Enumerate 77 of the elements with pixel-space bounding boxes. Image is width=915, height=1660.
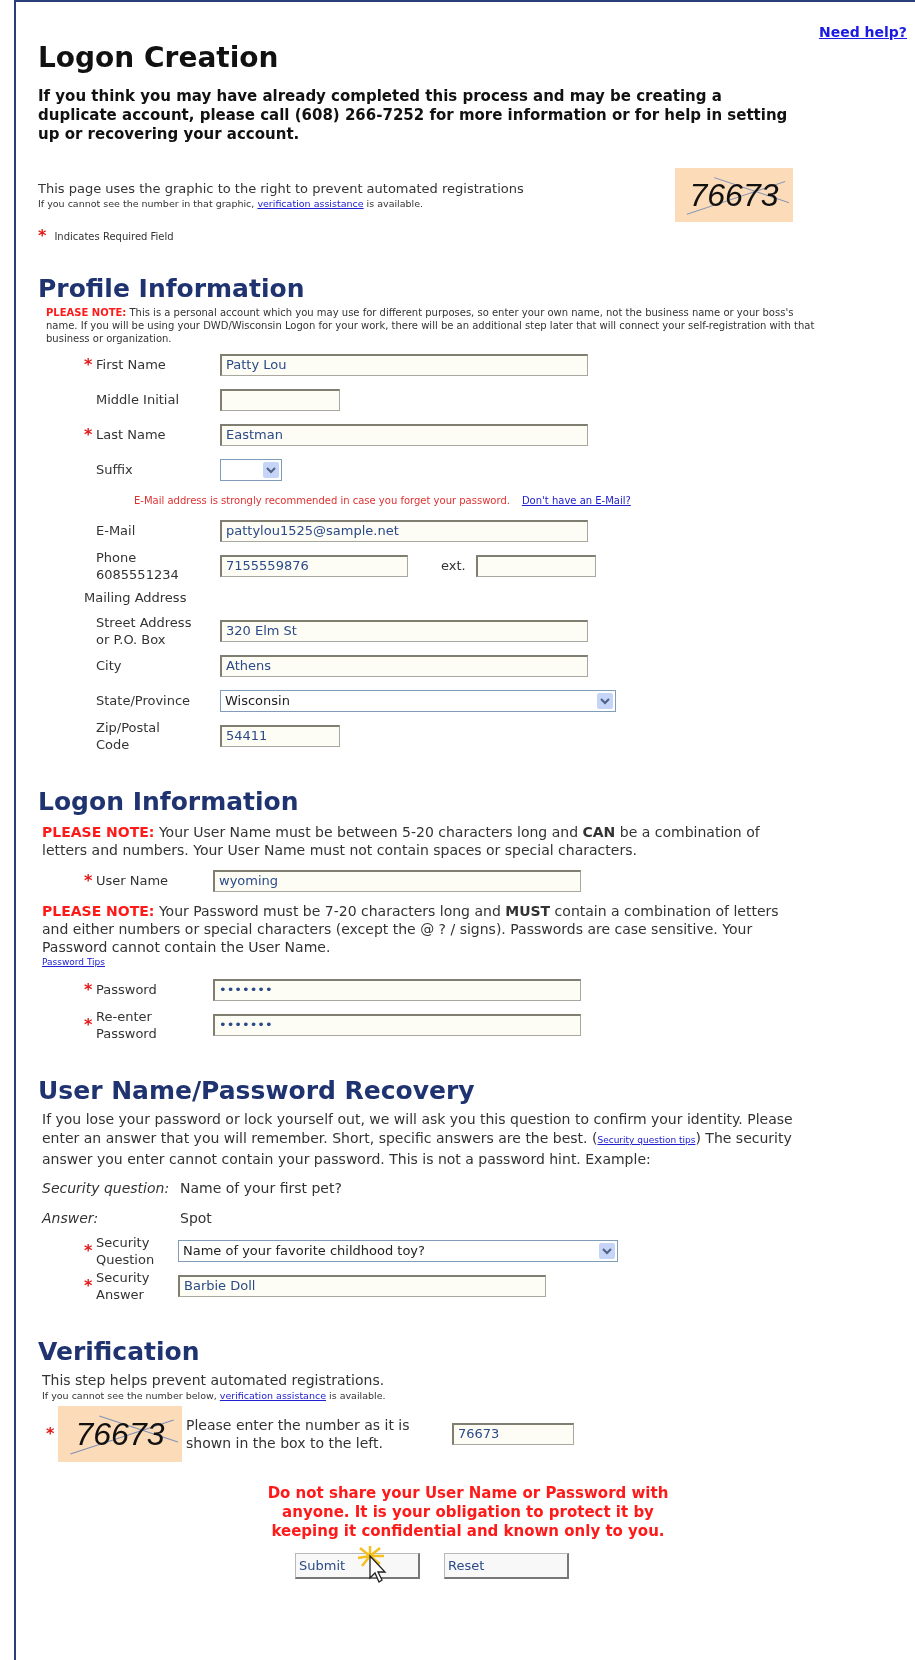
required-mark: * — [84, 1016, 94, 1033]
field-label: State/Province — [96, 692, 192, 709]
dropdown-icon — [263, 461, 279, 478]
no-email-link[interactable]: Don't have an E-Mail? — [521, 492, 631, 508]
captcha-prompt: Please enter the number as it is shown in the box to the left. — [185, 1416, 411, 1452]
example-value: Name of your first pet? — [180, 1178, 342, 1198]
captcha-code: 76673 — [675, 168, 793, 222]
security-warning: Do not share your User Name or Password with anyone. It is your obligation to protect it by keeping it confidential and known only to you. — [266, 1484, 670, 1541]
password-tips-link[interactable]: Password Tips — [42, 956, 106, 968]
section-heading: User Name/Password Recovery — [38, 1076, 476, 1106]
text-field[interactable]: Barbie Doll — [178, 1274, 546, 1297]
text-field[interactable]: wyoming — [213, 869, 581, 892]
select-field[interactable] — [220, 458, 282, 481]
captcha-notice: This page uses the graphic to the right to prevent automated registrations — [38, 180, 525, 197]
section-heading: Verification — [38, 1337, 201, 1367]
example-value: Spot — [180, 1208, 212, 1228]
page-title: Logon Creation — [38, 41, 280, 75]
required-mark: * — [84, 981, 94, 998]
help-link[interactable]: Need help? — [819, 22, 907, 43]
field-label: Password — [96, 981, 158, 998]
required-mark: * — [84, 872, 94, 889]
required-mark: * — [38, 228, 47, 244]
text-field[interactable]: Athens — [220, 654, 588, 677]
verification-text: This step helps prevent automated registrations. — [41, 1371, 386, 1389]
ext-label: ext. — [441, 556, 466, 575]
section-heading: Logon Information — [38, 787, 300, 817]
field-label: E-Mail — [96, 522, 137, 539]
subsection-label: Mailing Address — [84, 589, 187, 608]
example-label: Answer: — [42, 1208, 100, 1228]
assistance-link[interactable]: verification assistance — [219, 1390, 326, 1401]
email-note: E-Mail address is strongly recommended in case you forget your password. — [134, 493, 510, 508]
field-label: Phone 6085551234 — [96, 548, 180, 583]
intro-text: If you think you may have already completed this process and may be creating a duplicate account, please call (608) 266-7252 for more information or for help in setting up or recovering your account. — [38, 87, 789, 144]
captcha-code: 76673 — [58, 1406, 182, 1462]
text-field[interactable] — [475, 554, 596, 577]
select-field[interactable]: Name of your favorite childhood toy? — [178, 1239, 618, 1262]
select-field[interactable]: Wisconsin — [220, 689, 616, 712]
field-label: Re-enter Password — [96, 1007, 158, 1042]
text-field[interactable]: Eastman — [220, 423, 588, 446]
field-label: Security Answer — [96, 1268, 151, 1303]
reset-button[interactable]: Reset — [444, 1553, 569, 1579]
text-field[interactable]: 320 Elm St — [220, 619, 588, 642]
required-mark: * — [84, 1242, 94, 1259]
profile-note: PLEASE NOTE: This is a personal account which you may use for different purposes, so enter your own name, not the business name or your boss's name. If you will be using your DWD/Wisconsin Logon for your work, there will be an additional step later that will connect your self-registration with that business or organization. — [45, 306, 816, 345]
required-legend: Indicates Required Field — [54, 228, 174, 244]
text-field[interactable]: Patty Lou — [220, 353, 588, 376]
password-note: PLEASE NOTE: Your Password must be 7-20 characters long and MUST contain a combination of letters and either numbers or special characters (except the @ ? / signs). Passwords are case sensitive. Your Password cannot contain the User Name. — [42, 902, 780, 956]
dropdown-icon — [597, 692, 613, 709]
field-label: City — [96, 657, 123, 674]
assistance-text: If you cannot see the number in that graphic, verification assistance is available. — [38, 197, 425, 210]
recovery-text: If you lose your password or lock yourself out, we will ask you this question to confirm your identity. Please enter an answer that you will remember. Short, specific answers are the best. (Security question tips) The security answer you enter cannot contain your password. This is not a password hint. Example: — [41, 1110, 794, 1169]
dropdown-icon — [599, 1242, 615, 1259]
required-mark: * — [46, 1426, 56, 1442]
text-field[interactable]: 54411 — [220, 724, 340, 747]
field-label: Suffix — [96, 461, 134, 478]
field-label: Street Address or P.O. Box — [96, 613, 193, 648]
password-field[interactable]: ••••••• — [213, 1013, 581, 1036]
text-field[interactable] — [220, 388, 340, 411]
field-label: User Name — [96, 872, 170, 889]
field-label: First Name — [96, 356, 167, 373]
field-label: Middle Initial — [96, 391, 181, 408]
assistance-link[interactable]: verification assistance — [257, 198, 364, 209]
password-note: PLEASE NOTE: Your User Name must be between 5-20 characters long and CAN be a combination of letters and numbers. Your User Name must not contain spaces or special characters. — [42, 823, 761, 859]
example-label: Security question: — [42, 1178, 171, 1198]
security-tips-link[interactable]: Security question tips — [597, 1135, 696, 1145]
text-field[interactable]: pattylou1525@sample.net — [220, 519, 588, 542]
field-label: Zip/Postal Code — [96, 718, 161, 753]
password-field[interactable]: ••••••• — [213, 978, 581, 1001]
section-heading: Profile Information — [38, 274, 306, 304]
captcha-field[interactable]: 76673 — [452, 1423, 574, 1445]
required-mark: * — [84, 356, 94, 373]
field-label: Security Question — [96, 1233, 156, 1268]
text-field[interactable]: 7155559876 — [220, 554, 408, 577]
required-mark: * — [84, 426, 94, 443]
required-mark: * — [84, 1277, 94, 1294]
assistance-text: If you cannot see the number below, verification assistance is available. — [41, 1389, 387, 1402]
field-label: Last Name — [96, 426, 167, 443]
